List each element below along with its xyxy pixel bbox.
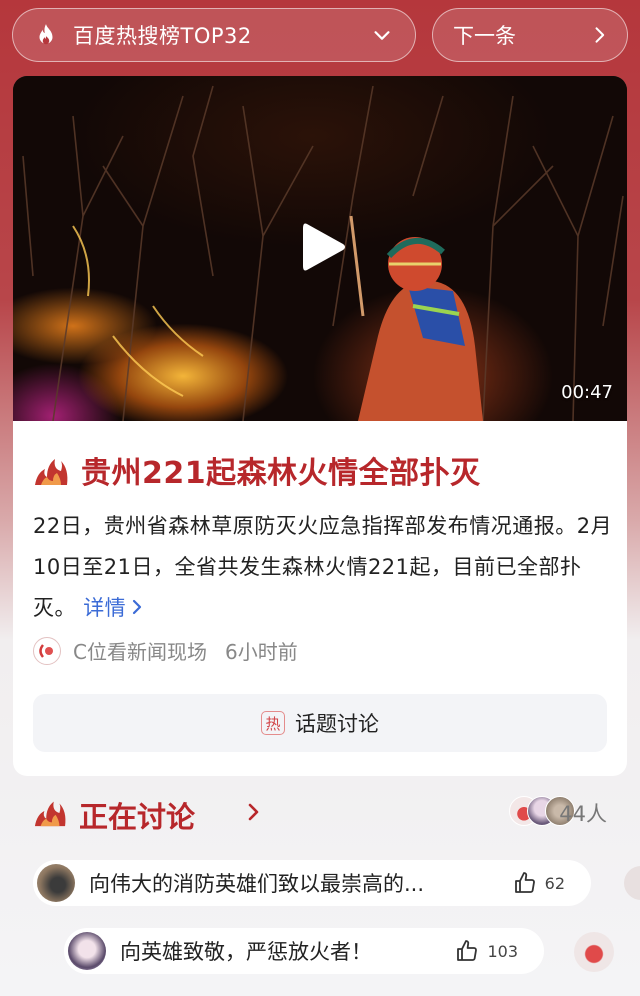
avatar [574,932,614,972]
top-bar: 百度热搜榜TOP32 下一条 [12,8,628,64]
article-title: 贵州221起森林火情全部扑灭 [81,456,481,491]
flame-icon [35,459,68,485]
comment-bubble[interactable]: 向英雄致敬，严惩放火者！ 103 [64,928,544,974]
source-name: C位看新闻现场 [73,640,207,664]
topic-discussion-button[interactable]: 热 话题讨论 [33,694,607,752]
like-count: 103 [487,941,518,961]
next-item-button[interactable]: 下一条 [432,8,628,62]
article-summary: 22日，贵州省森林草原防灭火应急指挥部发布情况通报。2月10日至21日，全省共发… [33,506,613,629]
play-icon[interactable] [301,220,347,274]
details-link[interactable]: 详情 [83,596,144,620]
video-player[interactable]: 00:47 [13,76,627,421]
comment-text: 向英雄致敬，严惩放火者！ [120,940,372,964]
flame-icon [34,801,66,827]
like-count: 62 [544,873,565,893]
chevron-right-icon [248,803,259,821]
chevron-right-icon [595,27,605,43]
comment-bubble[interactable]: 向伟大的消防英雄们致以最崇高的... 62 [33,860,591,906]
source-logo [33,636,61,665]
comment-text: 向伟大的消防英雄们致以最崇高的... [89,872,425,896]
chevron-down-icon [374,31,390,40]
avatar [37,864,75,902]
details-link-label: 详情 [83,596,127,620]
next-label: 下一条 [453,24,516,48]
topic-discussion-label: 话题讨论 [295,712,379,736]
publish-time: 6小时前 [224,640,298,664]
discussion-title: 正在讨论 [79,800,196,834]
rank-label: 百度热搜榜TOP32 [73,24,252,48]
like-icon[interactable] [513,871,537,895]
hot-search-rank-dropdown[interactable]: 百度热搜榜TOP32 [12,8,416,62]
avatar [68,932,106,970]
flame-icon [39,24,53,45]
hot-badge: 热 [261,711,285,735]
article-source[interactable]: C位看新闻现场 6小时前 [33,636,298,665]
avatar [624,866,640,900]
news-card: 00:47 贵州221起森林火情全部扑灭 22日，贵州省森林草原防灭火应急指挥部… [13,76,627,776]
participant-count: 44人 [559,802,607,826]
like-icon[interactable] [455,939,479,963]
video-duration: 00:47 [561,382,613,403]
discussion-header[interactable]: 正在讨论 44人 [33,792,613,836]
article-headline[interactable]: 贵州221起森林火情全部扑灭 [33,448,481,492]
chevron-right-icon [133,599,142,615]
